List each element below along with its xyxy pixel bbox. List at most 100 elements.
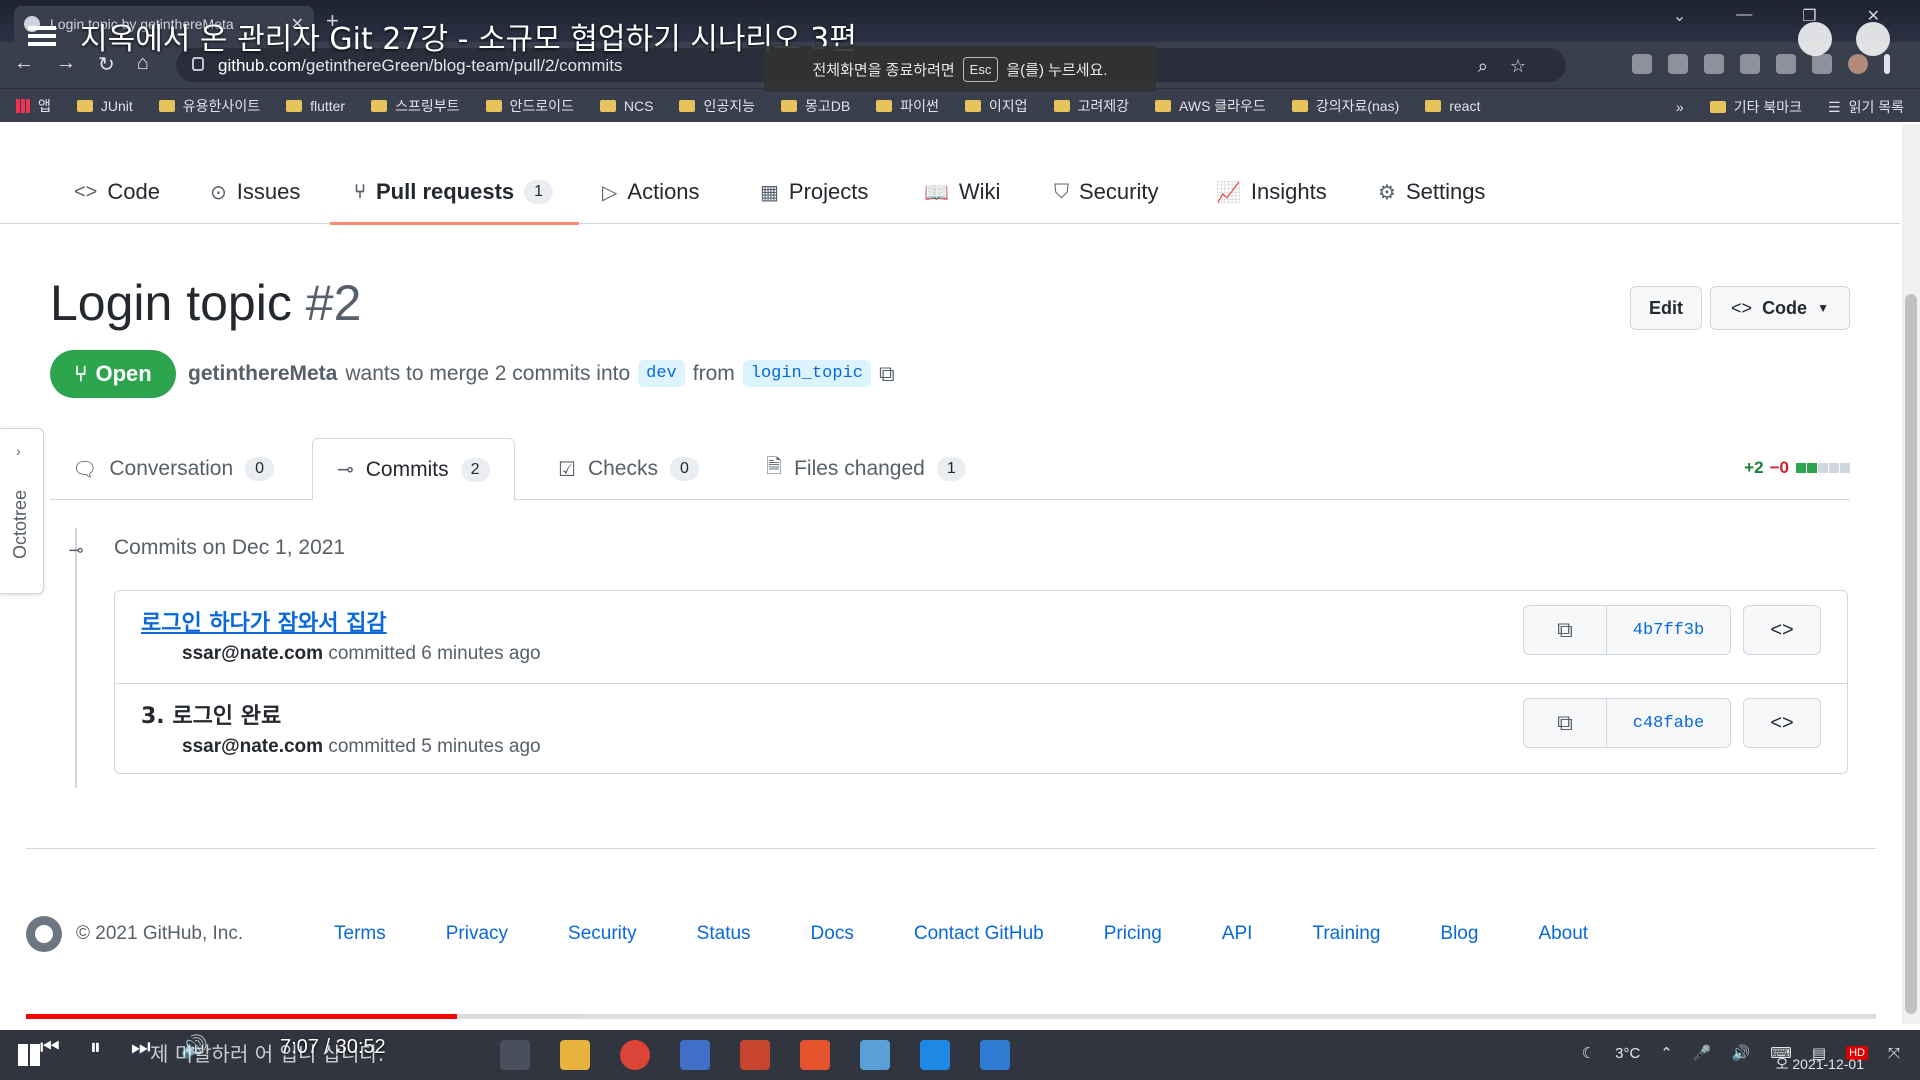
octotree-toggle[interactable]: › Octotree <box>0 428 44 594</box>
fullscreen-exit-icon[interactable]: ⤧ <box>1888 1045 1900 1062</box>
app-icon[interactable] <box>800 1040 830 1070</box>
diffstat-blocks <box>1795 458 1850 478</box>
browse-repo-button[interactable]: <> <box>1743 698 1821 748</box>
tab-files-changed[interactable]: 🗎 Files changed 1 <box>742 438 990 500</box>
tab-settings[interactable]: ⚙ Settings <box>1378 160 1485 224</box>
copy-sha-button[interactable]: ⧉ <box>1523 605 1607 655</box>
forward-icon[interactable]: → <box>56 52 76 77</box>
footer-link-api[interactable]: API <box>1222 923 1253 945</box>
clock-prefix: 오 <box>1775 1056 1789 1072</box>
scrollbar-thumb[interactable] <box>1905 294 1917 1014</box>
url-text: github.com/getinthereGreen/blog-team/pul… <box>218 56 623 75</box>
chrome-icon[interactable] <box>620 1040 650 1070</box>
github-logo-icon[interactable] <box>26 916 62 952</box>
footer-link-privacy[interactable]: Privacy <box>446 923 508 945</box>
tab-wiki[interactable]: 📖 Wiki <box>924 160 1000 224</box>
tab-security[interactable]: ⛉ Security <box>1054 160 1158 224</box>
volume-icon[interactable]: 🔊 <box>1732 1044 1751 1062</box>
commit-message-link[interactable]: 3. 로그인 완료 <box>141 698 281 730</box>
extension-icon[interactable] <box>1776 54 1796 74</box>
bookmark-folder[interactable]: 스프링부트 <box>371 96 460 116</box>
windows-start-icon[interactable] <box>18 1044 40 1066</box>
share-icon[interactable] <box>1856 22 1890 56</box>
bookmark-star-icon[interactable]: ☆ <box>1510 56 1526 77</box>
video-progress-bar[interactable] <box>26 1014 1876 1019</box>
tab-pull-requests[interactable]: ⑂ Pull requests 1 <box>329 160 580 225</box>
head-branch[interactable]: login_topic <box>742 360 871 387</box>
copy-icon: ⧉ <box>1557 710 1573 735</box>
tab-conversation[interactable]: 🗨 Conversation 0 <box>48 438 298 500</box>
file-explorer-icon[interactable] <box>560 1040 590 1070</box>
profile-avatar[interactable] <box>1848 54 1868 74</box>
pause-icon[interactable]: ⏸ <box>90 1034 101 1060</box>
browse-repo-button[interactable]: <> <box>1743 605 1821 655</box>
app-icon[interactable] <box>980 1040 1010 1070</box>
copy-icon[interactable]: ⧉ <box>879 361 895 387</box>
footer-link-terms[interactable]: Terms <box>334 923 386 945</box>
commit-author[interactable]: ssar@nate.com <box>182 736 323 757</box>
watch-later-icon[interactable] <box>1798 22 1832 56</box>
app-icon[interactable] <box>680 1040 710 1070</box>
bookmarks-more-button[interactable]: » <box>1676 99 1684 115</box>
bookmark-folder[interactable]: 파이썬 <box>876 96 939 116</box>
chevron-down-icon[interactable]: ⌄ <box>1673 6 1686 26</box>
bookmark-folder[interactable]: 고려제강 <box>1053 96 1129 116</box>
copy-sha-button[interactable]: ⧉ <box>1523 698 1607 748</box>
commit-sha-link[interactable]: c48fabe <box>1607 698 1731 748</box>
vscode-icon[interactable] <box>920 1040 950 1070</box>
back-icon[interactable]: ← <box>14 52 34 77</box>
next-icon[interactable]: ⏭ <box>131 1034 151 1060</box>
footer-link-contact[interactable]: Contact GitHub <box>914 923 1044 945</box>
bookmark-other[interactable]: 기타 북마크 <box>1709 97 1802 117</box>
pr-author-link[interactable]: getinthereMeta <box>188 362 337 386</box>
commit-message-link[interactable]: 로그인 하다가 잠와서 집감 <box>141 605 387 637</box>
bookmark-folder[interactable]: NCS <box>599 98 653 114</box>
bookmark-folder[interactable]: flutter <box>286 98 345 114</box>
bookmark-folder[interactable]: JUnit <box>76 98 133 114</box>
commit-author[interactable]: ssar@nate.com <box>182 643 323 664</box>
bookmark-folder[interactable]: AWS 클라우드 <box>1155 96 1266 116</box>
minimize-icon[interactable]: — <box>1736 6 1752 26</box>
reading-list[interactable]: ☰ 읽기 목록 <box>1828 97 1904 117</box>
bookmark-folder[interactable]: 이지업 <box>964 96 1028 116</box>
extension-icon[interactable] <box>1704 54 1724 74</box>
footer-link-pricing[interactable]: Pricing <box>1104 923 1162 945</box>
tab-projects[interactable]: ▦ Projects <box>760 160 868 224</box>
commit-sha-link[interactable]: 4b7ff3b <box>1607 605 1731 655</box>
kebab-menu-icon[interactable] <box>1884 54 1890 74</box>
bookmark-folder[interactable]: react <box>1425 98 1480 114</box>
edit-button[interactable]: Edit <box>1630 286 1702 330</box>
zoom-icon[interactable]: ⌕ <box>1478 56 1488 77</box>
puzzle-icon[interactable] <box>1812 54 1832 74</box>
tab-actions[interactable]: ▷ Actions <box>602 160 700 224</box>
bookmark-apps[interactable]: 앱 <box>16 96 51 116</box>
tab-commits[interactable]: ⊸ Commits 2 <box>312 438 515 501</box>
tab-insights[interactable]: 📈 Insights <box>1216 160 1327 224</box>
tab-issues[interactable]: ⊙ Issues <box>210 160 300 224</box>
video-menu-icon[interactable] <box>28 26 56 46</box>
tab-code[interactable]: <> Code <box>74 160 160 224</box>
footer-link-status[interactable]: Status <box>697 923 751 945</box>
bookmark-folder[interactable]: 강의자료(nas) <box>1291 96 1399 116</box>
extension-icon[interactable] <box>1632 54 1652 74</box>
code-dropdown-button[interactable]: <> Code ▼ <box>1710 286 1850 330</box>
previous-icon[interactable]: ⏮ <box>40 1034 60 1060</box>
footer-link-about[interactable]: About <box>1538 923 1588 945</box>
page-scrollbar[interactable] <box>1902 124 1920 1024</box>
tab-checks[interactable]: ☑ Checks 0 <box>534 438 723 500</box>
bookmark-folder[interactable]: 안드로이드 <box>485 96 574 116</box>
bookmark-folder[interactable]: 몽고DB <box>781 96 850 116</box>
footer-link-training[interactable]: Training <box>1312 923 1380 945</box>
extension-icon[interactable] <box>1668 54 1688 74</box>
footer-link-docs[interactable]: Docs <box>811 923 854 945</box>
task-view-icon[interactable] <box>500 1040 530 1070</box>
bookmark-folder[interactable]: 유용한사이트 <box>158 96 260 116</box>
footer-link-blog[interactable]: Blog <box>1440 923 1478 945</box>
footer-link-security[interactable]: Security <box>568 923 637 945</box>
bookmark-folder[interactable]: 인공지능 <box>679 96 755 116</box>
chevron-up-icon[interactable]: ⌃ <box>1660 1044 1673 1062</box>
base-branch[interactable]: dev <box>638 360 685 387</box>
app-icon[interactable] <box>860 1040 890 1070</box>
extension-icon[interactable] <box>1740 54 1760 74</box>
app-icon[interactable] <box>740 1040 770 1070</box>
